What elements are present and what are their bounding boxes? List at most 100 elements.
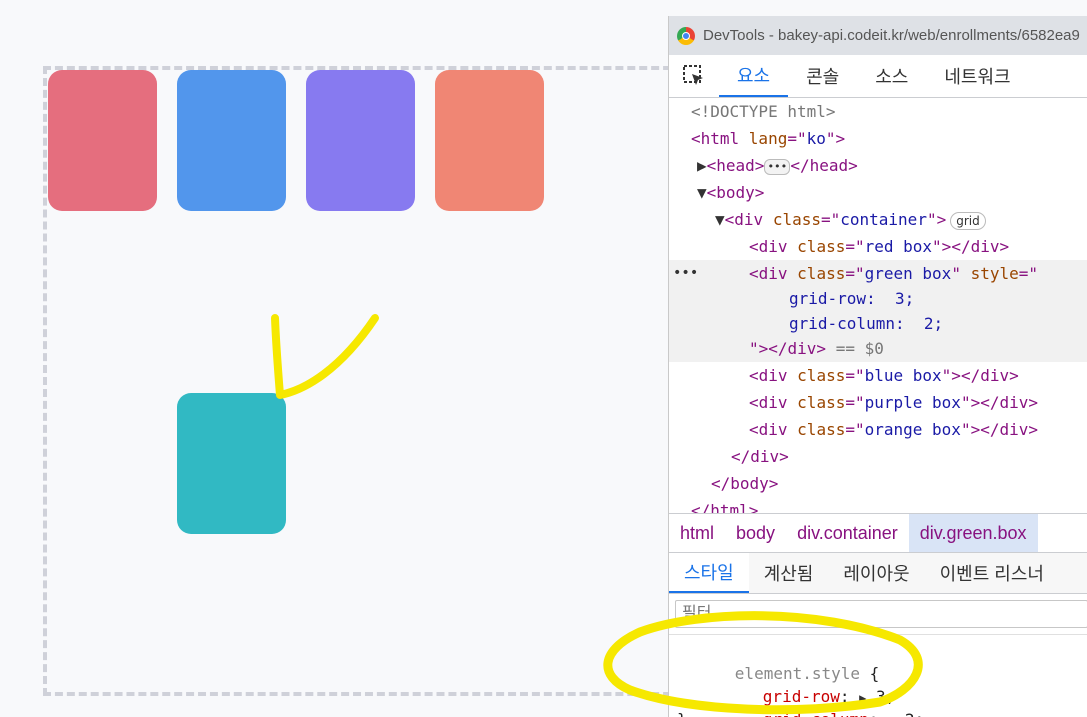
close-brace: }: [677, 710, 687, 717]
open-brace: {: [869, 664, 880, 683]
dom-line-container-close[interactable]: </div>: [669, 443, 1087, 470]
dom-line-html-close[interactable]: </html>: [669, 497, 1087, 513]
code-token: red box: [864, 237, 933, 256]
code-token: =": [845, 264, 865, 283]
code-token: class: [797, 393, 846, 412]
collapsed-ellipsis-badge[interactable]: •••: [764, 158, 791, 175]
code-token: purple box: [864, 393, 961, 412]
tab-elements[interactable]: 요소: [719, 55, 789, 97]
breadcrumb-html[interactable]: html: [669, 514, 725, 552]
devtools-window: DevTools - bakey-api.codeit.kr/web/enrol…: [668, 16, 1087, 717]
red-box: [48, 70, 157, 211]
collapse-triangle-icon[interactable]: ▼: [697, 183, 707, 202]
devtools-titlebar: DevTools - bakey-api.codeit.kr/web/enrol…: [669, 16, 1087, 55]
dom-line-blue-box[interactable]: <div class="blue box"></div>: [669, 362, 1087, 389]
code-token: "></div>: [960, 420, 1038, 439]
breadcrumb-body[interactable]: body: [725, 514, 786, 552]
code-token: ": [951, 264, 971, 283]
code-token: green box: [864, 264, 952, 283]
dom-line-html[interactable]: <html lang="ko">: [669, 125, 1087, 152]
code-token: class: [797, 237, 846, 256]
purple-box: [306, 70, 415, 211]
code-token: grid-row: 3;: [789, 289, 915, 308]
dom-line-green-style-row: grid-row: 3;: [669, 285, 1087, 312]
code-token: =": [1018, 264, 1039, 283]
tab-sources[interactable]: 소스: [857, 55, 926, 97]
styles-pane: element.style { grid-row: ▶ 3; grid-colu…: [669, 639, 1087, 717]
code-token: =": [845, 393, 865, 412]
tab-layout[interactable]: 레이아웃: [828, 553, 924, 593]
inspect-element-button[interactable]: [669, 55, 719, 97]
code-token: <div: [724, 210, 773, 229]
styles-filter-input[interactable]: [675, 600, 1087, 628]
dom-line-doctype[interactable]: <!DOCTYPE html>: [669, 98, 1087, 125]
dom-line-green-close: "></div> == $0: [669, 335, 1087, 362]
styles-tab-bar: 스타일 계산됨 레이아웃 이벤트 리스너: [669, 553, 1087, 594]
code-token: container: [840, 210, 927, 229]
code-token: blue box: [864, 366, 942, 385]
code-token: class: [797, 264, 846, 283]
code-token: <head>: [706, 156, 765, 175]
code-token: class: [772, 210, 821, 229]
dom-line-red-box[interactable]: <div class="red box"></div>: [669, 233, 1087, 260]
style-property[interactable]: grid-column: [763, 710, 869, 717]
style-value[interactable]: 3;: [876, 687, 895, 706]
element-style-rule[interactable]: element.style {: [677, 639, 1087, 683]
chrome-icon: [677, 26, 695, 45]
orange-box: [435, 70, 544, 211]
filter-row: [669, 594, 1087, 635]
code-token: ">: [926, 210, 947, 229]
breadcrumb: html body div.container div.green.box: [669, 513, 1087, 553]
code-token: =": [820, 210, 841, 229]
tab-event-listeners[interactable]: 이벤트 리스너: [925, 553, 1059, 593]
code-token: =": [845, 420, 865, 439]
breadcrumb-div-container[interactable]: div.container: [786, 514, 909, 552]
code-token: <div: [749, 393, 798, 412]
code-token: <!DOCTYPE html>: [691, 102, 836, 121]
dom-line-body-close[interactable]: </body>: [669, 470, 1087, 497]
grid-badge[interactable]: grid: [950, 211, 986, 230]
dom-line-head[interactable]: ▶<head> ••• </head>: [669, 152, 1087, 179]
code-token: "></div>: [960, 393, 1038, 412]
green-box: [177, 393, 286, 534]
head-close-tag: </head>: [790, 156, 858, 175]
blue-box: [177, 70, 286, 211]
breadcrumb-div-green-box[interactable]: div.green.box: [908, 514, 1038, 552]
expand-triangle-icon[interactable]: ▶: [859, 691, 866, 705]
dom-line-orange-box[interactable]: <div class="orange box"></div>: [669, 416, 1087, 443]
code-token: =": [787, 129, 807, 148]
style-selector: element.style: [734, 664, 861, 683]
code-token: ">: [825, 129, 846, 148]
dom-tree: <!DOCTYPE html> <html lang="ko"> ▶<head>…: [669, 98, 1087, 513]
dom-line-green-box[interactable]: ••• <div class="green box" style=": [669, 260, 1087, 287]
code-token: <html: [691, 129, 749, 148]
code-token: "></div>: [932, 237, 1010, 256]
code-token: ko: [806, 129, 826, 148]
tab-network[interactable]: 네트워크: [926, 55, 1028, 97]
collapse-triangle-icon[interactable]: ▼: [715, 210, 725, 229]
dom-line-green-style-column: grid-column: 2;: [669, 310, 1087, 337]
style-property[interactable]: grid-row: [763, 687, 840, 706]
code-token: <div: [749, 420, 798, 439]
code-token: "></div>: [941, 366, 1019, 385]
tab-computed[interactable]: 계산됨: [749, 553, 829, 593]
dom-line-body[interactable]: ▼<body>: [669, 179, 1087, 206]
code-token: </body>: [711, 474, 779, 493]
dom-line-container[interactable]: ▼<div class="container"> grid: [669, 206, 1087, 233]
code-token: =": [845, 366, 865, 385]
code-token: class: [797, 366, 846, 385]
inspect-icon: [683, 65, 703, 85]
devtools-tab-bar: 요소 콘솔 소스 네트워크: [669, 55, 1087, 98]
code-token: lang: [748, 129, 788, 148]
code-token: style: [970, 264, 1019, 283]
tab-styles[interactable]: 스타일: [669, 553, 749, 593]
style-value[interactable]: 2;: [905, 710, 924, 717]
code-token: orange box: [864, 420, 961, 439]
expand-triangle-icon[interactable]: ▶: [697, 156, 707, 175]
more-options-icon[interactable]: •••: [673, 260, 698, 287]
dom-line-purple-box[interactable]: <div class="purple box"></div>: [669, 389, 1087, 416]
code-token: == $0: [826, 339, 884, 358]
tab-console[interactable]: 콘솔: [788, 55, 857, 97]
code-token: "></div>: [749, 339, 827, 358]
code-token: grid-column: 2;: [789, 314, 944, 333]
